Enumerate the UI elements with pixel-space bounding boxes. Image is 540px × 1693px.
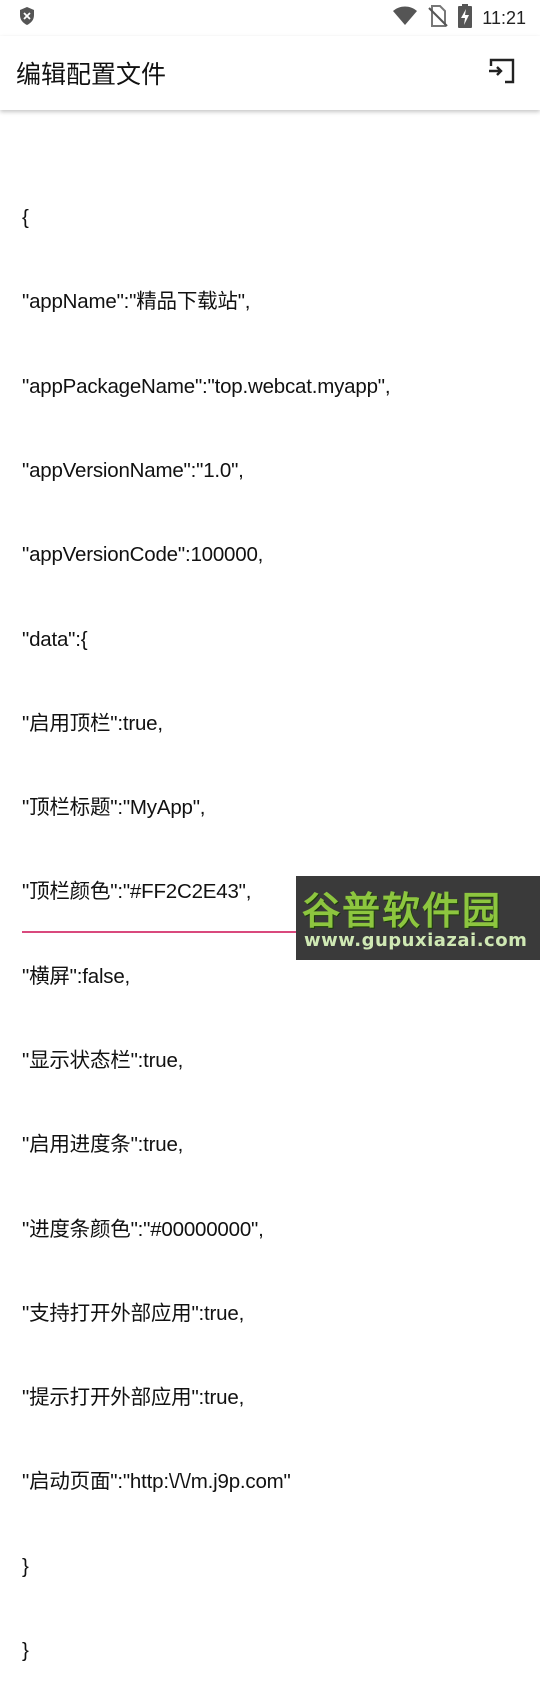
editor-line: "appVersionName":"1.0", [22, 459, 244, 483]
status-left [18, 6, 36, 30]
editor-line: "启用顶栏":true, [22, 711, 163, 735]
editor-line: "显示状态栏":true, [22, 1049, 184, 1072]
shield-icon [18, 6, 36, 30]
watermark: 谷普软件园 www.gupuxiazai.com [296, 876, 540, 960]
editor-line: "启动页面":"http:\/\/m.j9p.com" [22, 1470, 291, 1494]
editor-line: "横屏":false, [22, 964, 131, 988]
editor-line: "appPackageName":"top.webcat.myapp", [22, 374, 391, 398]
watermark-url: www.gupuxiazai.com [304, 930, 528, 951]
editor-line: "appName":"精品下载站", [22, 290, 251, 314]
battery-charging-icon [458, 4, 473, 32]
page-title: 编辑配置文件 [16, 60, 167, 89]
editor-line: } [22, 1638, 29, 1662]
editor-line: "appVersionCode":100000, [22, 543, 264, 567]
editor-line: "提示打开外部应用":true, [22, 1386, 245, 1410]
editor-line: "进度条颜色":"#00000000", [22, 1217, 264, 1241]
no-sim-icon [428, 5, 448, 31]
wifi-icon [392, 6, 418, 30]
editor-line: { [22, 206, 29, 230]
editor-line: } [22, 1554, 29, 1578]
editor-line: "支持打开外部应用":true, [22, 1301, 245, 1325]
status-bar: 11:21 [0, 0, 540, 36]
editor-line: "顶栏标题":"MyApp", [22, 796, 206, 820]
watermark-title: 谷普软件园 [302, 889, 503, 933]
status-right: 11:21 [382, 4, 526, 32]
editor-underline [22, 931, 322, 933]
app-bar: 编辑配置文件 [0, 36, 540, 110]
editor-line: "data":{ [22, 627, 88, 651]
status-time: 11:21 [482, 7, 526, 28]
cast-icon [487, 57, 517, 89]
editor-line: "启用进度条":true, [22, 1133, 184, 1157]
cast-button[interactable] [486, 57, 518, 89]
